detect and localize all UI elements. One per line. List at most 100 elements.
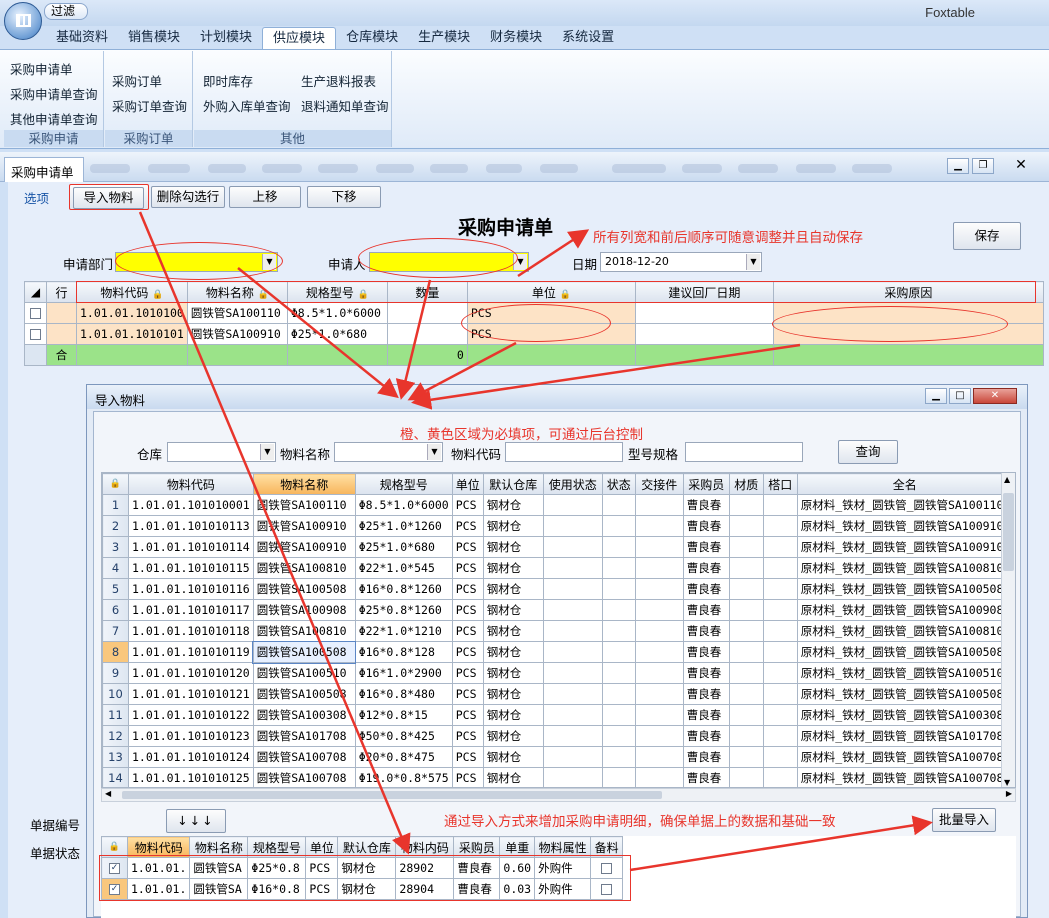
cell-material[interactable] — [728, 662, 764, 684]
cell-name[interactable]: 圆铁管SA100708 — [252, 746, 356, 768]
cell-unit[interactable]: PCS — [451, 515, 484, 537]
cell-warehouse[interactable]: 钢材仓 — [482, 578, 544, 600]
menu-other-request-query[interactable]: 其他申请单查询 — [10, 109, 98, 128]
cell-name[interactable]: 圆铁管SA100308 — [252, 704, 356, 726]
cell-name[interactable]: 圆铁管SA100708 — [252, 767, 356, 787]
cell-buyer[interactable]: 曹良春 — [682, 536, 730, 558]
cell-spec[interactable]: Φ19.0*0.8*575 — [354, 767, 453, 787]
cell-handover[interactable] — [634, 494, 684, 516]
cell-warehouse[interactable]: 钢材仓 — [482, 494, 544, 516]
tab-2[interactable]: 计划模块 — [190, 27, 262, 49]
cell-joint[interactable] — [762, 641, 798, 663]
cell-joint[interactable] — [762, 515, 798, 537]
cell-code[interactable]: 1.01.01.101010001 — [128, 494, 254, 516]
cell-warehouse[interactable]: 钢材仓 — [482, 641, 544, 663]
filter-button[interactable]: 过滤 — [44, 3, 88, 20]
cell-status[interactable] — [601, 683, 636, 705]
col-header-warehouse[interactable]: 默认仓库 — [482, 473, 544, 495]
material-code-input[interactable] — [505, 442, 623, 462]
table-row[interactable]: 8 1.01.01.101010119 圆铁管SA100508 Φ16*0.8*128… — [102, 640, 1013, 664]
table-row[interactable]: 14 1.01.01.101010125 圆铁管SA100708 Φ19.0*0.8*… — [102, 767, 1013, 787]
cell-spec[interactable]: Φ25*1.0*680 — [354, 536, 453, 558]
menu-purchase-inbound-query[interactable]: 外购入库单查询 — [203, 96, 291, 115]
tab-3[interactable]: 供应模块 — [262, 27, 337, 49]
col-header-usage[interactable]: 使用状态 — [542, 473, 603, 495]
cell-fullname[interactable]: 原材料_铁材_圆铁管_圆铁管SA100508 — [796, 578, 1013, 600]
move-down-arrows-button[interactable]: ↓↓↓ — [166, 809, 226, 833]
col-header-unit[interactable]: 单位 — [451, 473, 484, 495]
cell-material[interactable] — [728, 641, 764, 663]
tab-4[interactable]: 仓库模块 — [336, 27, 408, 49]
cell-code[interactable]: 1.01.01.101010123 — [128, 725, 254, 747]
cell-warehouse[interactable]: 钢材仓 — [482, 620, 544, 642]
cell-material[interactable] — [728, 725, 764, 747]
cell-material[interactable] — [728, 515, 764, 537]
chevron-down-icon[interactable]: ▼ — [746, 254, 760, 270]
cell-code[interactable]: 1.01.01.101010122 — [128, 704, 254, 726]
cell-code[interactable]: 1.01.01.101010116 — [128, 578, 254, 600]
tab-7[interactable]: 系统设置 — [552, 27, 624, 49]
table-row[interactable]: 5 1.01.01.101010116 圆铁管SA100508 Φ16*0.8*126… — [102, 578, 1013, 600]
cell-code[interactable]: 1.01.01.101010120 — [128, 662, 254, 684]
cell-fullname[interactable]: 原材料_铁材_圆铁管_圆铁管SA100810 — [796, 557, 1013, 579]
col-header-status[interactable]: 状态 — [601, 473, 636, 495]
col-header-fullname[interactable]: 全名 — [796, 473, 1013, 495]
cell-unit[interactable]: PCS — [451, 599, 484, 621]
cell-usage[interactable] — [542, 578, 603, 600]
cell-spec[interactable]: Φ25*1.0*680 — [286, 323, 388, 345]
table-row[interactable]: 2 1.01.01.101010113 圆铁管SA100910 Φ25*1.0*126… — [102, 515, 1013, 537]
cell-name[interactable]: 圆铁管SA100110 — [252, 494, 356, 516]
cell-joint[interactable] — [762, 494, 798, 516]
move-down-button[interactable]: 下移 — [307, 186, 381, 208]
cell-joint[interactable] — [762, 578, 798, 600]
cell-fullname[interactable]: 原材料_铁材_圆铁管_圆铁管SA101708 — [796, 725, 1013, 747]
cell-buyer[interactable]: 曹良春 — [682, 767, 730, 787]
col-header-material[interactable]: 材质 — [728, 473, 764, 495]
cell-material[interactable] — [728, 746, 764, 768]
cell-code[interactable]: 1.01.01.101010119 — [128, 641, 254, 663]
menu-purchase-request[interactable]: 采购申请单 — [10, 59, 73, 78]
cell-handover[interactable] — [634, 620, 684, 642]
cell-buyer[interactable]: 曹良春 — [682, 683, 730, 705]
cell-unit[interactable]: PCS — [451, 536, 484, 558]
col-header-spec[interactable]: 规格型号 — [354, 473, 453, 495]
cell-fullname[interactable]: 原材料_铁材_圆铁管_圆铁管SA100708 — [796, 746, 1013, 768]
cell-qty[interactable] — [386, 302, 468, 324]
cell-status[interactable] — [601, 536, 636, 558]
cell-joint[interactable] — [762, 683, 798, 705]
doc-tab-purchase-request[interactable]: 采购申请单 — [4, 157, 84, 182]
app-menu-button[interactable] — [4, 2, 42, 40]
cell-name[interactable]: 圆铁管SA100908 — [252, 599, 356, 621]
cell-unit[interactable]: PCS — [451, 704, 484, 726]
cell-material[interactable] — [728, 767, 764, 787]
scroll-left-icon[interactable]: ◀ — [105, 789, 111, 798]
cell-usage[interactable] — [542, 557, 603, 579]
cell-spec[interactable]: Φ22*1.0*1210 — [354, 620, 453, 642]
row-checkbox[interactable] — [24, 302, 47, 324]
cell-status[interactable] — [601, 746, 636, 768]
cell-warehouse[interactable]: 钢材仓 — [482, 662, 544, 684]
cell-handover[interactable] — [634, 515, 684, 537]
cell-name[interactable]: 圆铁管SA100508 — [252, 640, 357, 664]
col-header-code[interactable]: 物料代码 — [128, 473, 254, 495]
cell-spec[interactable]: Φ8.5*1.0*6000 — [286, 302, 388, 324]
cell-handover[interactable] — [634, 599, 684, 621]
cell-joint[interactable] — [762, 620, 798, 642]
cell-unit[interactable]: PCS — [451, 746, 484, 768]
table-row[interactable]: 11 1.01.01.101010122 圆铁管SA100308 Φ12*0.8*15… — [102, 704, 1013, 726]
cell-fullname[interactable]: 原材料_铁材_圆铁管_圆铁管SA100510 — [796, 662, 1013, 684]
cell-handover[interactable] — [634, 683, 684, 705]
table-row[interactable]: 10 1.01.01.101010121 圆铁管SA100508 Φ16*0.8*48… — [102, 683, 1013, 705]
menu-instant-stock[interactable]: 即时库存 — [203, 71, 253, 90]
cell-joint[interactable] — [762, 662, 798, 684]
date-field[interactable]: 2018-12-20 ▼ — [600, 252, 762, 272]
cell-warehouse[interactable]: 钢材仓 — [482, 683, 544, 705]
cell-fullname[interactable]: 原材料_铁材_圆铁管_圆铁管SA100508 — [796, 641, 1013, 663]
menu-purchase-request-query[interactable]: 采购申请单查询 — [10, 84, 98, 103]
cell-usage[interactable] — [542, 641, 603, 663]
cell-buyer[interactable]: 曹良春 — [682, 620, 730, 642]
cell-name[interactable]: 圆铁管SA100510 — [252, 662, 356, 684]
cell-buyer[interactable]: 曹良春 — [682, 578, 730, 600]
cell-unit[interactable]: PCS — [451, 662, 484, 684]
cell-buyer[interactable]: 曹良春 — [682, 641, 730, 663]
